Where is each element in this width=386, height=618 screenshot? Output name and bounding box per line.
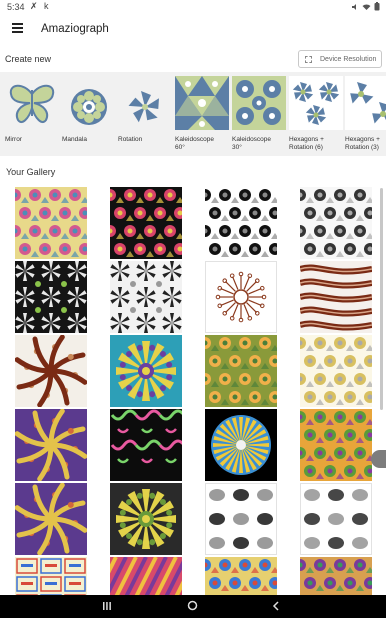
mute-icon xyxy=(352,3,356,10)
gallery-artwork-image xyxy=(205,483,277,555)
gallery-artwork-image xyxy=(110,187,182,259)
gallery-tile[interactable] xyxy=(15,557,87,595)
create-item-sublabel: Rotation (6) xyxy=(289,144,323,151)
gallery-artwork-image xyxy=(300,409,372,481)
create-rotation[interactable]: Rotation xyxy=(118,72,172,156)
back-icon[interactable] xyxy=(272,601,280,611)
create-item-sublabel: 60° xyxy=(175,144,185,151)
gallery-artwork-image xyxy=(15,187,87,259)
gallery-artwork-image xyxy=(300,483,372,555)
status-time: 5:34 xyxy=(7,2,25,12)
gallery-artwork-image xyxy=(15,409,87,481)
gallery-artwork-image xyxy=(110,557,182,595)
gallery-tile[interactable] xyxy=(300,335,372,407)
create-item-label: Hexagons + xyxy=(345,136,380,143)
create-new-heading: Create new xyxy=(5,54,52,64)
create-item-label: Rotation xyxy=(118,136,143,143)
create-kaleidoscope-30[interactable]: Kaleidoscope 30° xyxy=(232,72,286,156)
gallery-tile[interactable] xyxy=(110,409,182,481)
gallery-scrollbar[interactable] xyxy=(380,188,383,410)
gallery-tile[interactable] xyxy=(205,261,277,333)
device-resolution-icon xyxy=(305,55,312,63)
battery-icon xyxy=(374,2,380,11)
create-mandala[interactable]: Mandala xyxy=(62,72,116,156)
gallery-tile[interactable] xyxy=(110,187,182,259)
gallery-artwork-image xyxy=(15,483,87,555)
gallery-artwork-image xyxy=(205,557,277,595)
create-new-strip: Mirror Mandala Rotation Kaleidoscope 60°… xyxy=(0,72,386,156)
create-mirror[interactable]: Mirror xyxy=(5,72,59,156)
app-bar: Amaziograph xyxy=(0,14,386,46)
mandala-icon xyxy=(71,89,107,125)
wifi-icon xyxy=(362,3,371,10)
device-resolution-button[interactable]: Device Resolution xyxy=(298,50,382,68)
gallery-artwork-image xyxy=(300,261,372,333)
gallery-tile[interactable] xyxy=(205,187,277,259)
create-item-sublabel: Rotation (3) xyxy=(345,144,379,151)
gallery-artwork-image xyxy=(205,187,277,259)
kaleidoscope-30-icon xyxy=(232,76,286,130)
gallery-tile[interactable] xyxy=(110,261,182,333)
gallery-tile[interactable] xyxy=(15,187,87,259)
gallery-artwork-image xyxy=(15,557,87,595)
create-item-label: Mirror xyxy=(5,136,22,143)
status-notification-icons: ✗ k xyxy=(30,1,51,11)
status-bar: 5:34 ✗ k xyxy=(0,0,386,14)
gallery-tile[interactable] xyxy=(300,557,372,595)
create-hexagons-rotation-3[interactable]: Hexagons + Rotation (3) xyxy=(345,72,386,156)
gallery-grid xyxy=(0,183,386,595)
gallery-tile[interactable] xyxy=(205,409,277,481)
butterfly-icon xyxy=(9,84,55,124)
gallery-artwork-image xyxy=(15,335,87,407)
home-icon[interactable] xyxy=(187,600,198,611)
gallery-tile[interactable] xyxy=(300,261,372,333)
gallery-tile[interactable] xyxy=(15,483,87,555)
pinwheel-icon xyxy=(128,91,159,123)
hamburger-menu-icon[interactable] xyxy=(12,23,24,35)
gallery-artwork-image xyxy=(110,335,182,407)
create-item-label: Mandala xyxy=(62,136,87,143)
gallery-artwork-image xyxy=(205,409,277,481)
create-item-label: Kaleidoscope xyxy=(175,136,215,143)
status-right-icons xyxy=(351,2,380,11)
create-item-label: Kaleidoscope xyxy=(232,136,272,143)
edge-panel-handle[interactable] xyxy=(371,450,386,468)
gallery-tile[interactable] xyxy=(205,483,277,555)
gallery-artwork-image xyxy=(205,261,277,333)
gallery-artwork-image xyxy=(110,261,182,333)
gallery-artwork-image xyxy=(110,483,182,555)
gallery-tile[interactable] xyxy=(110,483,182,555)
gallery-tile[interactable] xyxy=(15,261,87,333)
create-item-sublabel: 30° xyxy=(232,144,242,151)
create-kaleidoscope-60[interactable]: Kaleidoscope 60° xyxy=(175,72,229,156)
gallery-tile[interactable] xyxy=(205,335,277,407)
gallery-tile[interactable] xyxy=(205,557,277,595)
gallery-tile[interactable] xyxy=(110,335,182,407)
system-nav-bar xyxy=(0,595,386,618)
gallery-artwork-image xyxy=(15,261,87,333)
gallery-tile[interactable] xyxy=(300,409,372,481)
gallery-heading: Your Gallery xyxy=(6,167,56,177)
hexagons-rotation-6-icon xyxy=(289,76,343,130)
recents-icon[interactable] xyxy=(102,601,112,611)
app-title: Amaziograph xyxy=(41,23,109,35)
hexagons-rotation-3-icon xyxy=(345,76,386,130)
gallery-artwork-image xyxy=(300,335,372,407)
gallery-tile[interactable] xyxy=(15,409,87,481)
device-resolution-label: Device Resolution xyxy=(320,55,377,63)
gallery-tile[interactable] xyxy=(300,187,372,259)
gallery-tile[interactable] xyxy=(110,557,182,595)
gallery-artwork-image xyxy=(110,409,182,481)
create-item-label: Hexagons + xyxy=(289,136,324,143)
kaleidoscope-60-icon xyxy=(175,76,229,130)
gallery-artwork-image xyxy=(205,335,277,407)
gallery-artwork-image xyxy=(300,557,372,595)
create-hexagons-rotation-6[interactable]: Hexagons + Rotation (6) xyxy=(289,72,343,156)
gallery-tile[interactable] xyxy=(15,335,87,407)
gallery-tile[interactable] xyxy=(300,483,372,555)
gallery-artwork-image xyxy=(300,187,372,259)
